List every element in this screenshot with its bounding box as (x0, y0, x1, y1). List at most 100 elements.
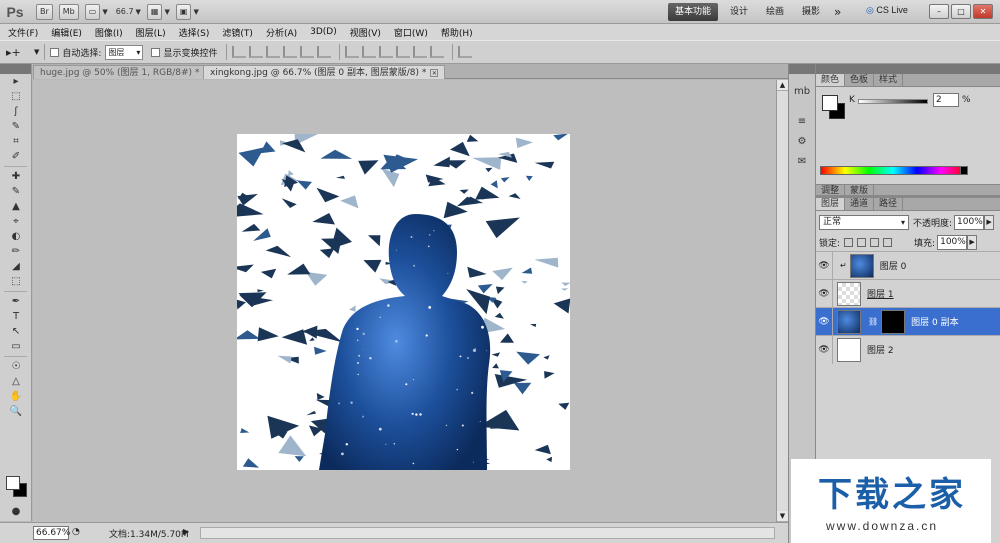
workspace-design[interactable]: 设计 (730, 3, 748, 21)
layer-row-selected[interactable]: 👁 ⛓ 图层 0 副本 (816, 307, 1000, 336)
shape-tool-icon[interactable]: ▭ (0, 339, 32, 354)
panel-header[interactable] (789, 64, 815, 74)
distribute-top-icon[interactable] (345, 46, 360, 58)
chevron-down-icon[interactable]: ▼ (193, 8, 198, 16)
foreground-color-swatch[interactable] (6, 476, 20, 490)
align-top-icon[interactable] (232, 46, 247, 58)
menu-select[interactable]: 选择(S) (179, 26, 210, 39)
dodge-tool-icon[interactable]: ⬚ (0, 274, 32, 289)
opacity-input[interactable]: 100% (954, 214, 985, 230)
tab-layers[interactable]: 图层 (816, 198, 846, 210)
eye-icon[interactable]: 👁 (816, 289, 832, 299)
path-select-tool-icon[interactable]: ↖ (0, 324, 32, 339)
3d-orbit-tool-icon[interactable]: △ (0, 374, 32, 389)
layer-name[interactable]: 图层 1 (867, 287, 894, 300)
close-icon[interactable]: ✕ (430, 69, 439, 77)
align-right-icon[interactable] (317, 46, 332, 58)
zoom-tool-icon[interactable]: 🔍 (0, 404, 32, 419)
mini-bridge-icon[interactable]: mb (789, 82, 815, 102)
eye-icon[interactable]: 👁 (816, 317, 832, 327)
lock-position-icon[interactable] (870, 237, 880, 247)
layer-name[interactable]: 图层 0 副本 (911, 315, 958, 328)
pen-tool-icon[interactable]: ✒ (0, 294, 32, 309)
clone-stamp-tool-icon[interactable]: ▲ (0, 199, 32, 214)
distribute-vcenter-icon[interactable] (362, 46, 377, 58)
scroll-down-icon[interactable]: ▼ (777, 511, 788, 522)
status-icon[interactable]: ◔ (72, 527, 80, 537)
eyedropper-tool-icon[interactable]: ✐ (0, 149, 32, 164)
bridge-button[interactable]: Br (36, 3, 53, 20)
move-tool-preset-icon[interactable]: ▸+ (6, 46, 34, 59)
tab-huge[interactable]: huge.jpg @ 50% (图层 1, RGB/8#) *✕ (33, 65, 219, 79)
k-slider[interactable] (858, 99, 928, 104)
lock-all-icon[interactable] (883, 237, 893, 247)
document-canvas[interactable] (237, 134, 570, 470)
distribute-left-icon[interactable] (396, 46, 411, 58)
menu-edit[interactable]: 编辑(E) (51, 26, 82, 39)
layer-thumbnail[interactable] (849, 253, 874, 278)
align-bottom-icon[interactable] (266, 46, 281, 58)
foreground-color-swatch[interactable] (822, 95, 838, 111)
gradient-tool-icon[interactable]: ✏ (0, 244, 32, 259)
fill-input[interactable]: 100% (937, 234, 968, 250)
align-vcenter-icon[interactable] (249, 46, 264, 58)
menu-window[interactable]: 窗口(W) (394, 26, 428, 39)
distribute-right-icon[interactable] (430, 46, 445, 58)
layer-mask-thumbnail[interactable] (881, 309, 906, 334)
history-icon[interactable]: ≡ (789, 112, 815, 132)
blur-tool-icon[interactable]: ◢ (0, 259, 32, 274)
auto-select-dropdown[interactable]: 图层 (105, 44, 144, 60)
tab-paths[interactable]: 路径 (874, 198, 904, 210)
layer-row[interactable]: 👁 图层 2 (816, 335, 1000, 364)
layer-row[interactable]: 👁 图层 1 (816, 279, 1000, 308)
chevron-down-icon[interactable]: ▼ (102, 8, 107, 16)
quick-mask-icon[interactable]: ● (0, 504, 32, 519)
zoom-field[interactable]: 66.67% (33, 526, 70, 540)
move-tool-icon[interactable]: ▸ (0, 74, 32, 89)
layer-name[interactable]: 图层 2 (867, 343, 894, 356)
brush-tool-icon[interactable]: ✎ (0, 184, 32, 199)
lasso-tool-icon[interactable]: ʃ (0, 104, 32, 119)
auto-align-icon[interactable] (458, 46, 473, 58)
lock-pixels-icon[interactable] (857, 237, 867, 247)
panel-header[interactable] (816, 64, 1000, 74)
menu-help[interactable]: 帮助(H) (441, 26, 473, 39)
layer-row[interactable]: 👁 ↵ 图层 0 (816, 251, 1000, 280)
menu-layer[interactable]: 图层(L) (136, 26, 166, 39)
quick-select-tool-icon[interactable]: ✎ (0, 119, 32, 134)
cs-live-button[interactable]: ◎ CS Live (866, 5, 908, 16)
color-spectrum-ramp[interactable] (820, 166, 966, 175)
auto-select-checkbox[interactable]: 自动选择: (50, 46, 101, 59)
black-ramp-swatch[interactable] (960, 166, 968, 175)
workspace-photography[interactable]: 摄影 (802, 3, 820, 21)
horizontal-scrollbar[interactable] (200, 527, 775, 539)
panel-header[interactable] (0, 64, 31, 74)
healing-brush-tool-icon[interactable]: ✚ (0, 169, 32, 184)
eraser-tool-icon[interactable]: ◐ (0, 229, 32, 244)
blend-mode-dropdown[interactable]: 正常 (819, 214, 909, 230)
menu-image[interactable]: 图像(I) (95, 26, 123, 39)
tab-channels[interactable]: 通道 (845, 198, 875, 210)
align-left-icon[interactable] (283, 46, 298, 58)
menu-filter[interactable]: 滤镜(T) (222, 26, 253, 39)
chevron-down-icon[interactable]: ▼ (34, 48, 39, 56)
fill-slider-toggle[interactable]: ▶ (967, 234, 978, 250)
chevron-down-icon[interactable]: ▼ (136, 8, 141, 16)
history-brush-tool-icon[interactable]: ⌖ (0, 214, 32, 229)
k-value-input[interactable]: 2 (933, 93, 959, 107)
distribute-bottom-icon[interactable] (379, 46, 394, 58)
crop-tool-icon[interactable]: ⌗ (0, 134, 32, 149)
eye-icon[interactable]: 👁 (816, 345, 832, 355)
arrange-docs-button[interactable]: ▦ (146, 3, 163, 20)
checkbox-box[interactable] (50, 47, 60, 57)
tab-swatches[interactable]: 色板 (845, 74, 875, 86)
close-button[interactable]: ✕ (973, 4, 993, 19)
screen-view-button[interactable]: ▣ (175, 3, 192, 20)
chevron-down-icon[interactable]: ▼ (164, 8, 169, 16)
3d-rotate-tool-icon[interactable]: ☉ (0, 359, 32, 374)
type-tool-icon[interactable]: T (0, 309, 32, 324)
menu-analysis[interactable]: 分析(A) (266, 26, 297, 39)
canvas-area[interactable] (33, 80, 776, 522)
tab-xingkong[interactable]: xingkong.jpg @ 66.7% (图层 0 副本, 图层蒙版/8) *… (203, 65, 446, 79)
menu-file[interactable]: 文件(F) (8, 26, 38, 39)
